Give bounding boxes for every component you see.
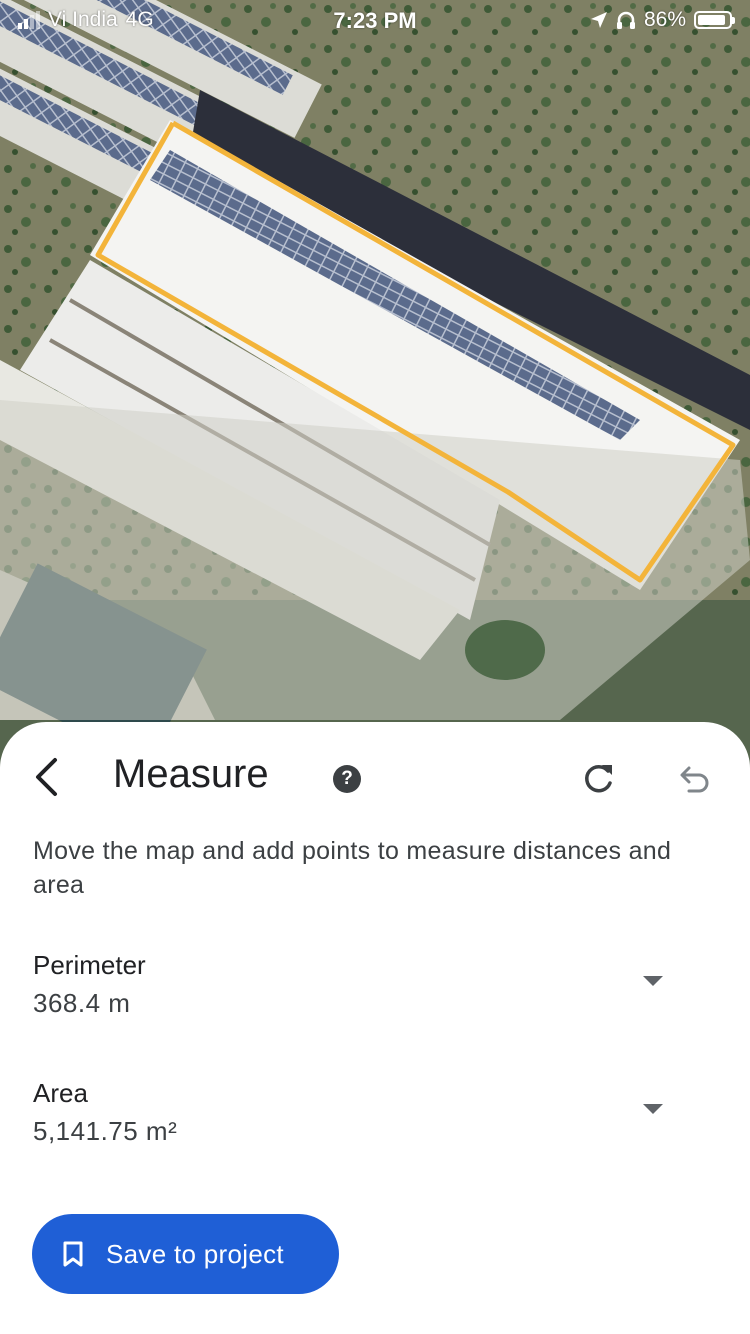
save-button-label: Save to project [106, 1238, 284, 1269]
headphones-icon [616, 11, 635, 29]
page-title: Measure [113, 752, 269, 796]
undo-button[interactable] [672, 757, 716, 801]
bookmark-icon [63, 1241, 83, 1267]
perimeter-unit-dropdown-icon[interactable] [643, 976, 663, 986]
area-label: Area [33, 1078, 88, 1108]
location-arrow-icon [590, 12, 607, 28]
help-icon[interactable]: ? [333, 765, 361, 793]
save-to-project-button[interactable]: Save to project [32, 1214, 339, 1294]
area-value: 5,141.75 m² [33, 1116, 178, 1146]
redo-icon [585, 764, 612, 793]
redo-button[interactable] [576, 757, 620, 801]
status-indicators: 86% [590, 8, 735, 32]
undo-icon [680, 766, 709, 793]
measure-sheet: Measure ? Move the map and add points to… [0, 722, 750, 1334]
chevron-left-icon [36, 758, 57, 796]
satellite-map[interactable] [0, 0, 750, 760]
area-row[interactable]: Area 5,141.75 m² [0, 1078, 750, 1178]
back-button[interactable] [26, 757, 66, 797]
area-unit-dropdown-icon[interactable] [643, 1104, 663, 1114]
perimeter-value: 368.4 m [33, 988, 131, 1018]
battery-percent: 86% [643, 8, 686, 31]
perimeter-label: Perimeter [33, 950, 146, 980]
perimeter-row[interactable]: Perimeter 368.4 m [0, 950, 750, 1050]
battery-icon [694, 11, 735, 29]
instructions-text: Move the map and add points to measure d… [33, 837, 672, 899]
status-bar: Vi India 4G 7:23 PM 86% [0, 0, 750, 40]
